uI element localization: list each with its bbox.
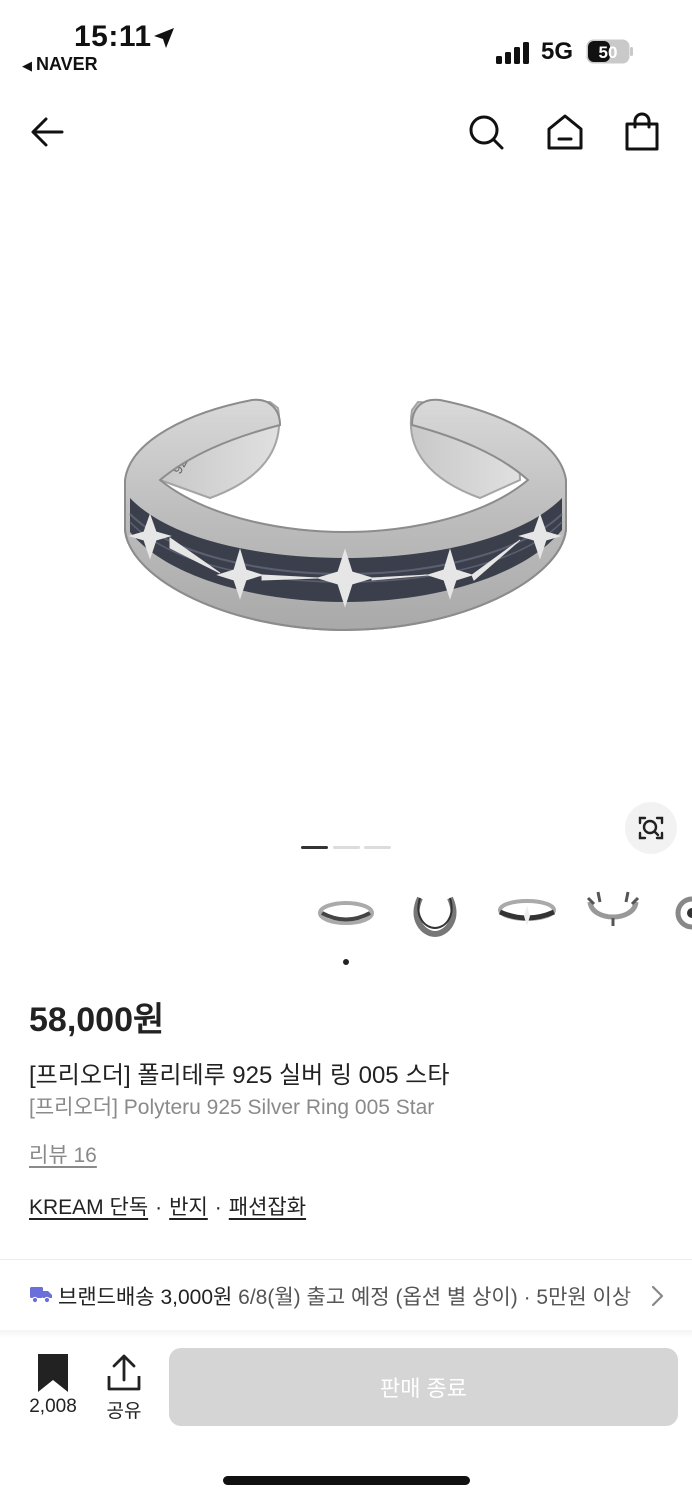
- sold-out-button[interactable]: 판매 종료: [169, 1348, 678, 1426]
- back-to-app-link[interactable]: ◀ NAVER: [22, 54, 98, 75]
- home-icon[interactable]: [545, 112, 585, 152]
- thumbnail-strip: [310, 880, 692, 946]
- back-triangle-icon: ◀: [22, 58, 32, 73]
- chevron-right-icon[interactable]: [645, 1284, 669, 1308]
- shipping-extra: 5만원 이상: [536, 1286, 632, 1309]
- product-price: 58,000원: [29, 1001, 165, 1039]
- review-link[interactable]: 리뷰 16: [29, 1139, 97, 1169]
- tag-separator: ·: [155, 1196, 163, 1219]
- battery-icon: 50: [586, 39, 633, 64]
- thumbnail-5[interactable]: [666, 880, 692, 946]
- bottom-bar-shadow: [0, 1330, 692, 1338]
- tag-fashion-goods[interactable]: 패션잡화: [229, 1196, 306, 1219]
- thumbnail-4[interactable]: [578, 880, 648, 946]
- bookmark-button[interactable]: 2,008: [20, 1354, 86, 1424]
- divider: [0, 1259, 692, 1260]
- tag-kream-exclusive[interactable]: KREAM 단독: [29, 1196, 148, 1219]
- image-search-icon: [638, 816, 664, 840]
- thumbnail-indicator: [343, 959, 349, 965]
- product-name-korean: [프리오더] 폴리테루 925 실버 링 005 스타: [29, 1062, 450, 1089]
- shipping-text: 브랜드배송 3,000원 6/8(월) 출고 예정 (옵션 별 상이) · 5만…: [58, 1281, 631, 1311]
- search-icon[interactable]: [466, 112, 506, 152]
- shipping-separator: ·: [523, 1286, 531, 1309]
- thumbnail-2[interactable]: [400, 880, 470, 946]
- pager-dot-2[interactable]: [333, 846, 360, 849]
- bookmark-icon: [38, 1354, 68, 1392]
- cta-label: 판매 종료: [379, 1376, 468, 1401]
- thumbnail-3[interactable]: [490, 880, 560, 946]
- top-nav: [0, 100, 692, 166]
- truck-icon: [30, 1287, 52, 1303]
- location-arrow-icon: [154, 28, 174, 48]
- battery-level: 50: [599, 43, 618, 62]
- back-arrow-icon[interactable]: [28, 112, 68, 152]
- image-search-button[interactable]: [625, 802, 677, 854]
- pager-dot-1[interactable]: [301, 846, 328, 849]
- shopping-bag-icon[interactable]: [622, 112, 662, 152]
- back-app-label: NAVER: [36, 54, 98, 74]
- bookmark-count: 2,008: [29, 1396, 77, 1417]
- shipping-fee: 3,000원: [160, 1286, 233, 1309]
- product-image[interactable]: 925: [0, 180, 692, 860]
- share-button[interactable]: 공유: [98, 1354, 150, 1424]
- status-bar: 15:11 ◀ NAVER 5G 50: [0, 0, 692, 90]
- category-tags: KREAM 단독 · 반지 · 패션잡화: [29, 1191, 306, 1221]
- shipping-date: 6/8(월) 출고 예정 (옵션 별 상이): [238, 1286, 518, 1309]
- tag-ring[interactable]: 반지: [169, 1196, 208, 1219]
- pager-dot-3[interactable]: [364, 846, 391, 849]
- share-label: 공유: [106, 1401, 142, 1422]
- home-indicator[interactable]: [223, 1476, 470, 1485]
- shipping-label: 브랜드배송: [58, 1286, 155, 1309]
- shipping-info-row[interactable]: 브랜드배송 3,000원 6/8(월) 출고 예정 (옵션 별 상이) · 5만…: [30, 1279, 692, 1313]
- status-time: 15:11: [74, 20, 152, 53]
- signal-icon: [496, 42, 529, 64]
- thumbnail-1[interactable]: [310, 880, 380, 946]
- product-name-english: [프리오더] Polyteru 925 Silver Ring 005 Star: [29, 1096, 435, 1119]
- tag-separator: ·: [214, 1196, 222, 1219]
- network-label: 5G: [541, 38, 574, 65]
- share-icon: [107, 1354, 141, 1391]
